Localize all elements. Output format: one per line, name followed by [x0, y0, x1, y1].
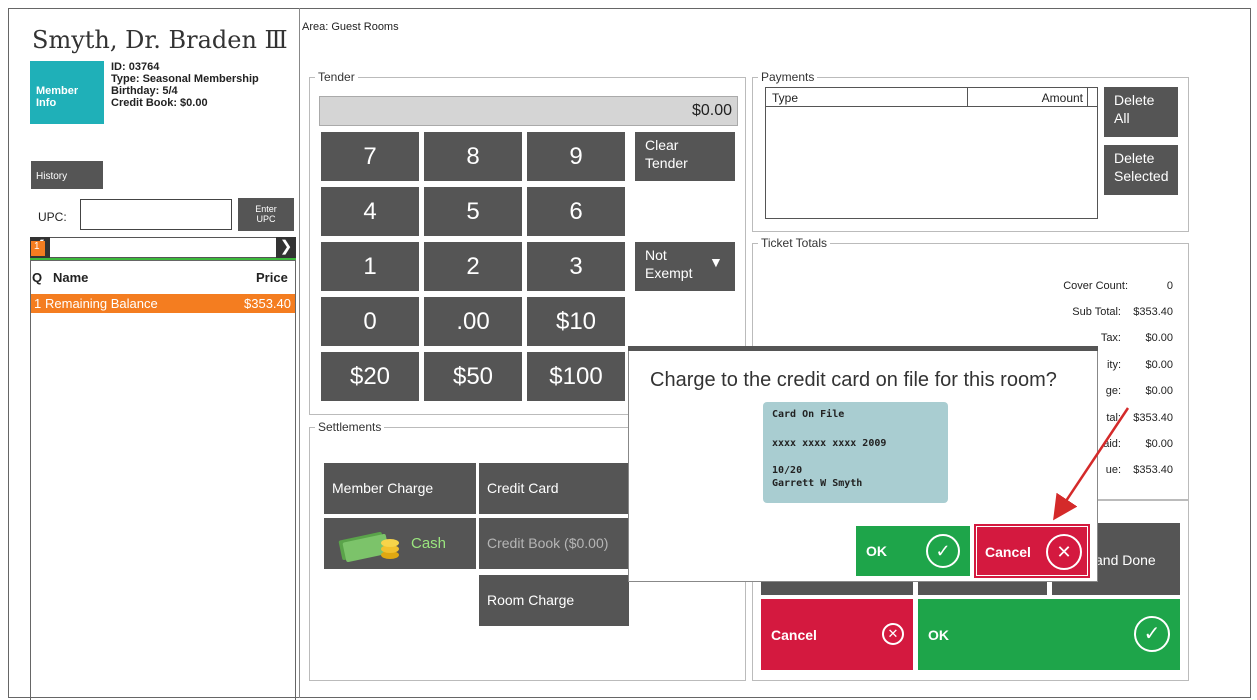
enter-upc-label-2: UPC — [256, 214, 276, 224]
close-circle-icon: ✕ — [1046, 534, 1082, 570]
chevron-right-icon[interactable]: ❯ — [276, 237, 296, 258]
check-circle-icon: ✓ — [1134, 616, 1170, 652]
credit-card-image: Card On File xxxx xxxx xxxx 2009 10/20 G… — [763, 402, 948, 503]
member-name: Smyth, Dr. Braden Ⅲ — [32, 26, 288, 54]
enter-upc-label-1: Enter — [255, 204, 277, 214]
dialog-ok-button[interactable]: OK ✓ — [856, 526, 970, 576]
dialog-cancel-label: Cancel — [985, 544, 1031, 560]
tax-exempt-dropdown[interactable]: Not Exempt ▼ — [635, 242, 735, 291]
delete-selected-label-2: Selected — [1114, 168, 1169, 184]
upc-label: UPC: — [38, 210, 67, 224]
tender-display: $0.00 — [319, 96, 738, 126]
key-10-dollars[interactable]: $10 — [527, 297, 625, 346]
panel-divider — [299, 8, 300, 698]
cash-label: Cash — [411, 535, 447, 552]
area-label: Area: Guest Rooms — [302, 21, 399, 33]
col-q-header: Q — [32, 270, 43, 285]
ok-label: OK — [928, 627, 949, 643]
card-holder: Garrett W Smyth — [772, 478, 863, 489]
tender-legend: Tender — [318, 70, 355, 84]
col-name-header: Name — [53, 270, 89, 285]
member-details: ID: 03764 Type: Seasonal Membership Birt… — [111, 61, 259, 109]
delete-all-button[interactable]: Delete All — [1104, 87, 1178, 137]
key-5[interactable]: 5 — [424, 187, 522, 236]
clear-tender-label-1: Clear — [645, 137, 679, 153]
member-charge-button[interactable]: Member Charge — [324, 463, 476, 514]
card-title: Card On File — [772, 409, 845, 420]
cover-count-value: 0 — [1166, 280, 1173, 292]
annotation-arrow-icon — [1053, 407, 1130, 521]
column-divider-2 — [1087, 88, 1088, 107]
member-id: ID: 03764 — [111, 61, 160, 73]
delete-selected-label-1: Delete — [1114, 150, 1155, 166]
tax-value: $0.00 — [1145, 332, 1173, 344]
item-price: $353.40 — [244, 296, 291, 311]
service-charge-value: $0.00 — [1145, 385, 1173, 397]
delete-all-label-2: All — [1114, 110, 1130, 126]
upc-input[interactable] — [80, 199, 232, 230]
close-circle-icon: ✕ — [882, 623, 904, 645]
member-info-label-2: Info — [36, 97, 57, 109]
cash-button[interactable]: Cash — [324, 518, 476, 569]
member-credit-book: Credit Book: $0.00 — [111, 97, 208, 109]
credit-book-button[interactable]: Credit Book ($0.00) — [479, 518, 629, 569]
page-bar — [30, 237, 296, 258]
ticket-totals-legend: Ticket Totals — [761, 236, 828, 250]
list-item[interactable]: 1 Remaining Balance $353.40 — [31, 294, 295, 313]
ticket-list — [30, 260, 296, 700]
key-3[interactable]: 3 — [527, 242, 625, 291]
key-6[interactable]: 6 — [527, 187, 625, 236]
caret-down-icon: ▼ — [709, 254, 723, 270]
room-charge-button[interactable]: Room Charge — [479, 575, 629, 626]
dialog-top-bar — [628, 346, 1098, 351]
key-7[interactable]: 7 — [321, 132, 419, 181]
key-20-dollars[interactable]: $20 — [321, 352, 419, 401]
col-price-header: Price — [256, 270, 288, 285]
member-info-button[interactable]: Member Info — [30, 61, 104, 124]
member-type: Type: Seasonal Membership — [111, 73, 259, 85]
key-4[interactable]: 4 — [321, 187, 419, 236]
ok-button[interactable]: OK ✓ — [918, 599, 1180, 670]
delete-all-label-1: Delete — [1114, 92, 1155, 108]
dialog-cancel-button[interactable]: Cancel ✕ — [974, 524, 1090, 578]
clear-tender-label-2: Tender — [645, 155, 688, 171]
enter-upc-button[interactable]: Enter UPC — [237, 197, 295, 232]
clear-tender-button[interactable]: Clear Tender — [635, 132, 735, 181]
settlements-legend: Settlements — [318, 420, 382, 434]
key-1[interactable]: 1 — [321, 242, 419, 291]
key-9[interactable]: 9 — [527, 132, 625, 181]
page-number[interactable]: 1 — [31, 241, 45, 256]
key-100-dollars[interactable]: $100 — [527, 352, 625, 401]
sub-total-value: $353.40 — [1133, 306, 1173, 318]
member-birthday: Birthday: 5/4 — [111, 85, 178, 97]
delete-selected-button[interactable]: Delete Selected — [1104, 145, 1178, 195]
check-circle-icon: ✓ — [926, 534, 960, 568]
payments-header: Type Amount — [765, 87, 1098, 107]
card-number: xxxx xxxx xxxx 2009 — [772, 438, 887, 449]
column-divider — [967, 88, 968, 107]
card-expiry: 10/20 — [772, 465, 803, 476]
key-8[interactable]: 8 — [424, 132, 522, 181]
key-0[interactable]: 0 — [321, 297, 419, 346]
key-2[interactable]: 2 — [424, 242, 522, 291]
member-info-label-1: Member — [36, 85, 79, 97]
cancel-label: Cancel — [771, 627, 817, 643]
gratuity-value: $0.00 — [1145, 359, 1173, 371]
dialog-ok-label: OK — [866, 543, 887, 559]
payments-col-amount: Amount — [1041, 91, 1083, 105]
payments-list[interactable] — [765, 107, 1098, 219]
key-50-dollars[interactable]: $50 — [424, 352, 522, 401]
cancel-button[interactable]: Cancel ✕ — [761, 599, 913, 670]
and-done-label: and Done — [1095, 552, 1156, 568]
key-double-zero[interactable]: .00 — [424, 297, 522, 346]
payments-col-type: Type — [772, 91, 799, 105]
dialog-question: Charge to the credit card on file for th… — [650, 369, 1057, 391]
history-button[interactable]: History — [30, 160, 104, 190]
cash-icon — [338, 532, 399, 562]
item-name: Remaining Balance — [45, 296, 158, 311]
payments-legend: Payments — [761, 70, 815, 84]
item-qty: 1 — [34, 296, 42, 311]
credit-card-button[interactable]: Credit Card — [479, 463, 629, 514]
